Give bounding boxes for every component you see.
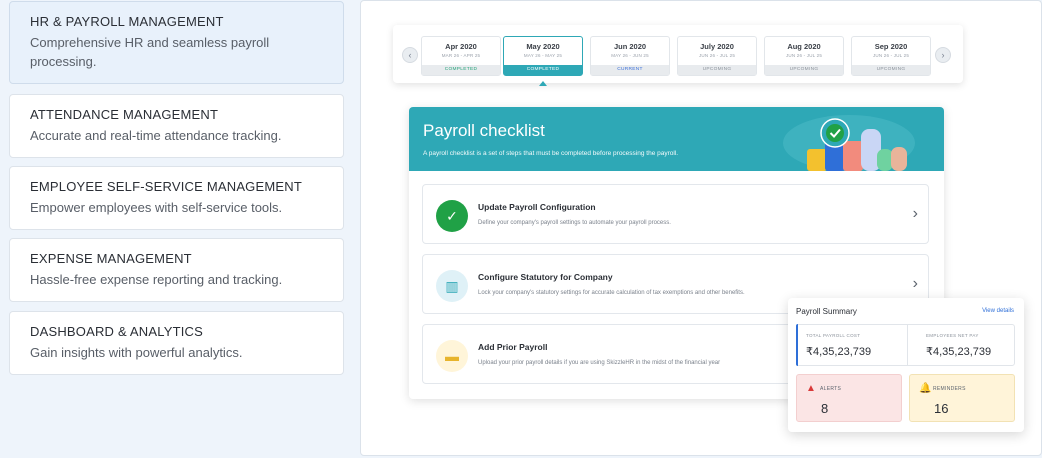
feature-expense[interactable]: EXPENSE MANAGEMENT Hassle-free expense r…	[9, 238, 344, 302]
feature-description: Hassle-free expense reporting and tracki…	[30, 272, 283, 287]
month-range: JUN 26 - JUL 25	[698, 53, 736, 58]
selected-month-pointer	[539, 81, 547, 86]
feature-description: Gain insights with powerful analytics.	[30, 345, 243, 360]
feature-description: Comprehensive HR and seamless payroll pr…	[30, 35, 270, 69]
view-details-link[interactable]: View details	[982, 308, 1014, 314]
month-card[interactable]: Jun 2020 MAY 26 - JUN 25 CURRENT	[590, 36, 670, 76]
alerts-count: 8	[821, 401, 829, 416]
feature-employee-self-service[interactable]: EMPLOYEE SELF-SERVICE MANAGEMENT Empower…	[9, 166, 344, 230]
payroll-summary-card: Payroll Summary View details TOTAL PAYRO…	[788, 298, 1024, 432]
month-name: Jun 2020	[613, 42, 647, 51]
reminders-card[interactable]: 🔔 REMINDERS 16	[909, 374, 1015, 422]
month-name: Apr 2020	[445, 42, 477, 51]
feature-title: EXPENSE MANAGEMENT	[30, 251, 192, 266]
month-status: CURRENT	[591, 65, 669, 75]
checklist-item-description: Define your company's payroll settings t…	[478, 220, 671, 226]
month-range: MAR 26 - APR 25	[441, 53, 481, 58]
checklist-item-description: Upload your prior payroll details if you…	[478, 360, 721, 366]
bell-icon: 🔔	[919, 383, 932, 394]
month-name: Sep 2020	[874, 42, 908, 51]
feature-description: Accurate and real-time attendance tracki…	[30, 128, 282, 143]
warning-icon: ▲	[806, 383, 816, 394]
reminders-count: 16	[934, 401, 949, 416]
feature-list: HR & PAYROLL MANAGEMENT Comprehensive HR…	[0, 0, 352, 458]
wallet-icon: ▬	[436, 340, 468, 372]
checklist-illustration	[783, 115, 915, 171]
month-card[interactable]: Aug 2020 JUN 26 - JUL 25 UPCOMING	[764, 36, 844, 76]
month-card[interactable]: Apr 2020 MAR 26 - APR 25 COMPLETED	[421, 36, 501, 76]
chevron-right-icon[interactable]: ›	[913, 205, 918, 223]
checklist-item-title: Configure Statutory for Company	[478, 272, 613, 282]
alerts-card[interactable]: ▲ ALERTS 8	[796, 374, 902, 422]
month-card[interactable]: Sep 2020 JUN 26 - JUL 25 UPCOMING	[851, 36, 931, 76]
total-payroll-cost-label: TOTAL PAYROLL COST	[806, 333, 861, 338]
month-status: UPCOMING	[852, 65, 930, 75]
total-payroll-cost: TOTAL PAYROLL COST ₹4,35,23,739	[797, 325, 906, 365]
feature-dashboard-analytics[interactable]: DASHBOARD & ANALYTICS Gain insights with…	[9, 311, 344, 375]
feature-description: Empower employees with self-service tool…	[30, 200, 283, 215]
feature-attendance[interactable]: ATTENDANCE MANAGEMENT Accurate and real-…	[9, 94, 344, 158]
month-card[interactable]: July 2020 JUN 26 - JUL 25 UPCOMING	[677, 36, 757, 76]
chevron-left-icon[interactable]: ‹	[402, 47, 418, 63]
feature-title: DASHBOARD & ANALYTICS	[30, 324, 204, 339]
month-name: May 2020	[526, 42, 560, 51]
month-range: MAY 26 - MAY 25	[523, 53, 563, 58]
summary-title: Payroll Summary	[796, 307, 857, 316]
checklist-header: Payroll checklist A payroll checklist is…	[409, 107, 944, 171]
checklist-subtitle: A payroll checklist is a set of steps th…	[423, 150, 679, 157]
summary-totals: TOTAL PAYROLL COST ₹4,35,23,739 EMPLOYEE…	[796, 324, 1015, 366]
feature-title: HR & PAYROLL MANAGEMENT	[30, 14, 224, 29]
chevron-right-icon[interactable]: ›	[935, 47, 951, 63]
reminders-label: REMINDERS	[933, 386, 966, 392]
check-icon: ✓	[436, 200, 468, 232]
employees-net-pay-label: EMPLOYEES NET PAY	[926, 333, 979, 338]
checklist-item-title: Update Payroll Configuration	[478, 202, 596, 212]
month-status: UPCOMING	[678, 65, 756, 75]
checklist-item-description: Lock your company's statutory settings f…	[478, 290, 745, 296]
month-status: COMPLETED	[422, 65, 500, 75]
month-range: JUN 26 - JUL 25	[872, 53, 910, 58]
checklist-item-payroll-configuration[interactable]: ✓ Update Payroll Configuration Define yo…	[422, 184, 929, 244]
month-range: MAY 26 - JUN 25	[611, 53, 649, 58]
month-range: JUN 26 - JUL 25	[785, 53, 823, 58]
feature-title: ATTENDANCE MANAGEMENT	[30, 107, 219, 122]
feature-hr-payroll[interactable]: HR & PAYROLL MANAGEMENT Comprehensive HR…	[9, 1, 344, 84]
employees-net-pay-value: ₹4,35,23,739	[926, 346, 992, 358]
checklist-item-title: Add Prior Payroll	[478, 342, 548, 352]
building-icon: ▥	[436, 270, 468, 302]
chevron-right-icon[interactable]: ›	[913, 275, 918, 293]
employees-net-pay: EMPLOYEES NET PAY ₹4,35,23,739	[907, 325, 1016, 365]
feature-title: EMPLOYEE SELF-SERVICE MANAGEMENT	[30, 179, 302, 194]
month-status: COMPLETED	[504, 65, 582, 75]
month-selector: ‹ Apr 2020 MAR 26 - APR 25 COMPLETED May…	[393, 25, 963, 83]
month-name: July 2020	[700, 42, 734, 51]
checklist-title: Payroll checklist	[423, 121, 545, 140]
alerts-label: ALERTS	[820, 386, 842, 392]
month-name: Aug 2020	[787, 42, 821, 51]
month-card-selected[interactable]: May 2020 MAY 26 - MAY 25 COMPLETED	[503, 36, 583, 76]
total-payroll-cost-value: ₹4,35,23,739	[806, 346, 872, 358]
month-status: UPCOMING	[765, 65, 843, 75]
